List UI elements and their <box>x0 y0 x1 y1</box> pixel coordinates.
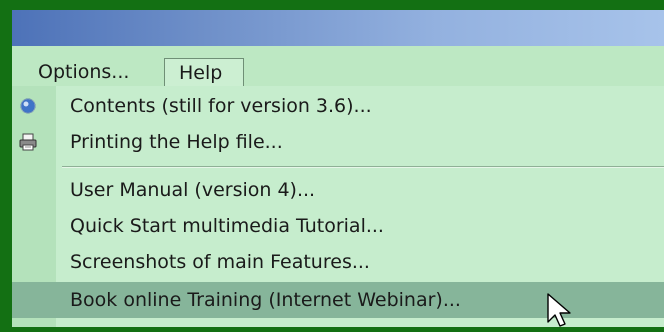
menu-item-label: User Manual (version 4)... <box>70 179 316 201</box>
menu-item-print-help[interactable]: Printing the Help file... <box>12 124 664 160</box>
printer-icon <box>18 132 38 152</box>
application-window: Options... Help Contents (still for vers… <box>12 10 664 327</box>
menu-item-label: Printing the Help file... <box>70 131 283 153</box>
menu-item-label: Quick Start multimedia Tutorial... <box>70 215 384 237</box>
menu-item-contents[interactable]: Contents (still for version 3.6)... <box>12 88 664 124</box>
desktop-background: Options... Help Contents (still for vers… <box>0 0 664 327</box>
menu-help[interactable]: Help <box>164 58 244 86</box>
window-titlebar[interactable] <box>12 10 664 46</box>
help-globe-icon <box>18 96 38 116</box>
mouse-pointer-icon <box>546 292 578 328</box>
help-dropdown-menu: Contents (still for version 3.6)... Prin… <box>12 86 664 327</box>
menu-item-quick-start-tutorial[interactable]: Quick Start multimedia Tutorial... <box>12 208 664 244</box>
menu-item-label: Screenshots of main Features... <box>70 251 370 273</box>
menu-bar: Options... Help <box>12 46 664 86</box>
menu-item-screenshots[interactable]: Screenshots of main Features... <box>12 244 664 280</box>
menu-options[interactable]: Options... <box>28 58 168 86</box>
menu-item-label: Contents (still for version 3.6)... <box>70 95 372 117</box>
menu-separator <box>62 166 664 168</box>
menu-item-user-manual[interactable]: User Manual (version 4)... <box>12 172 664 208</box>
menu-item-label: Book online Training (Internet Webinar).… <box>70 289 461 311</box>
